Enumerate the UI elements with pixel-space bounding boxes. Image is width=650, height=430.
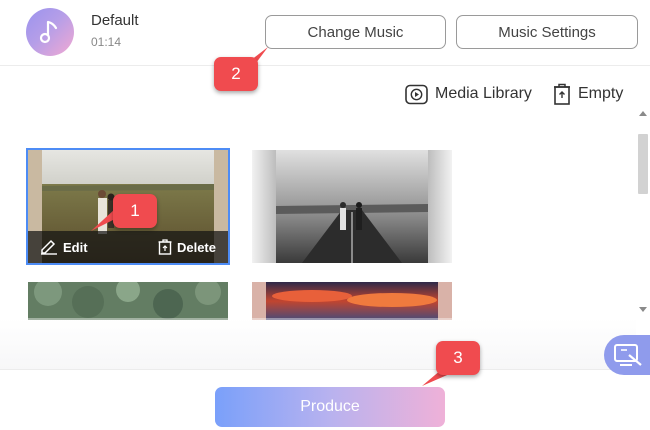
couple-road-photo	[252, 150, 452, 263]
media-list-fade	[0, 318, 636, 370]
media-library-label: Media Library	[435, 85, 532, 102]
music-header: Default 01:14 Change Music Music Setting…	[0, 0, 650, 66]
callout-1: 1	[113, 194, 157, 228]
screen-recorder-button[interactable]	[604, 335, 650, 375]
edit-button[interactable]: Edit	[40, 239, 88, 255]
sunset-clouds-photo	[252, 282, 452, 320]
media-library-button[interactable]: Media Library	[405, 82, 532, 106]
music-note-icon	[39, 20, 58, 44]
empty-button[interactable]: Empty	[553, 82, 623, 106]
music-settings-button[interactable]: Music Settings	[456, 15, 638, 49]
media-item-sunset-clouds[interactable]	[252, 282, 452, 320]
trash-icon	[554, 83, 570, 105]
scroll-down-arrow-icon[interactable]	[636, 302, 650, 316]
track-title: Default	[91, 12, 139, 29]
pencil-icon	[41, 239, 57, 255]
edit-label: Edit	[63, 239, 88, 255]
media-scrollbar[interactable]	[636, 106, 650, 318]
callout-3: 3	[436, 341, 480, 375]
forest-aerial-photo	[28, 282, 228, 320]
empty-label: Empty	[578, 85, 624, 102]
screen-capture-icon	[614, 344, 642, 366]
trash-icon	[158, 239, 172, 255]
callout-2: 2	[214, 57, 258, 91]
delete-label: Delete	[176, 239, 216, 255]
change-music-button[interactable]: Change Music	[265, 15, 446, 49]
delete-button[interactable]: Delete	[158, 239, 216, 255]
music-avatar	[26, 8, 74, 56]
media-item-couple-road[interactable]	[252, 150, 452, 263]
thumbnail-action-bar: Edit Delete	[28, 231, 228, 263]
produce-button[interactable]: Produce	[215, 387, 445, 427]
scroll-thumb[interactable]	[638, 134, 648, 194]
play-square-icon	[405, 84, 428, 104]
media-item-forest-aerial[interactable]	[28, 282, 228, 320]
track-duration: 01:14	[91, 35, 122, 49]
scroll-up-arrow-icon[interactable]	[636, 106, 650, 120]
